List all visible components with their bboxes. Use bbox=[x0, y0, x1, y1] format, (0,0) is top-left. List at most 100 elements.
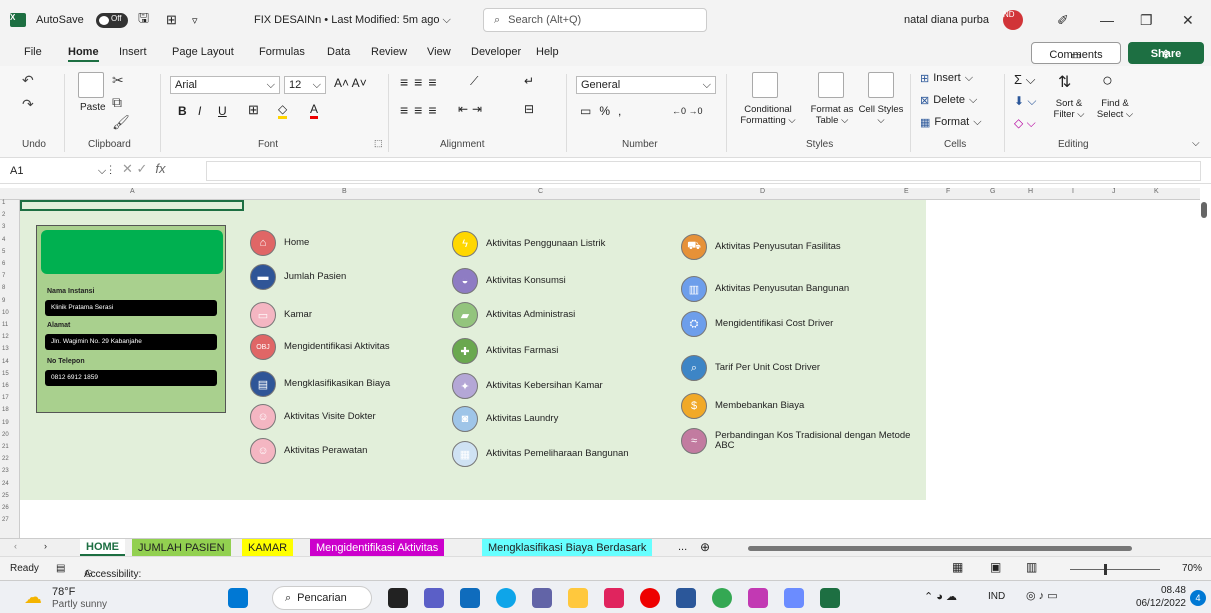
horizontal-align-icons[interactable]: ≡≡≡ bbox=[400, 102, 443, 118]
orientation-icon[interactable]: ⟋ bbox=[470, 74, 478, 89]
comments-button[interactable]: ▭ Comments bbox=[1031, 42, 1121, 64]
paste-icon[interactable] bbox=[78, 72, 104, 98]
language-indicator[interactable]: IND bbox=[988, 591, 1005, 602]
restore-button[interactable]: ❐ bbox=[1140, 0, 1153, 40]
normal-view-icon[interactable]: ▦ bbox=[952, 560, 963, 574]
pocket-icon[interactable] bbox=[604, 588, 624, 608]
page-layout-view-icon[interactable]: ▣ bbox=[990, 560, 1001, 574]
sheet-tab-home[interactable]: HOME bbox=[80, 539, 125, 556]
save-icon[interactable]: 🖫 bbox=[138, 0, 149, 40]
redo-icon[interactable]: ↷ bbox=[22, 96, 34, 113]
customize-qat-icon[interactable]: ▿ bbox=[192, 0, 198, 40]
row-header[interactable]: 16 bbox=[2, 383, 9, 389]
col-header[interactable]: J bbox=[1112, 188, 1116, 195]
name-box[interactable]: A1 ⌵ ⋮ bbox=[6, 162, 116, 180]
insert-cells-button[interactable]: ⊞ Insert ⌵ bbox=[920, 72, 973, 85]
weather-temp[interactable]: 78°F bbox=[52, 586, 75, 598]
paste-label[interactable]: Paste bbox=[80, 102, 106, 113]
merge-center-icon[interactable]: ⊟ bbox=[524, 102, 534, 116]
menu-item-lightning[interactable]: ϟ Aktivitas Penggunaan Listrik bbox=[452, 231, 605, 257]
col-header[interactable]: I bbox=[1072, 188, 1074, 195]
autosave-toggle[interactable]: Off bbox=[96, 0, 128, 40]
row-header[interactable]: 5 bbox=[2, 249, 5, 255]
underline-icon[interactable]: U bbox=[218, 104, 227, 118]
cell-styles-label[interactable]: Cell Styles ⌵ bbox=[858, 104, 904, 126]
format-as-table-icon[interactable] bbox=[818, 72, 844, 98]
menu-item-obj[interactable]: OBJ Mengidentifikasi Aktivitas bbox=[250, 334, 390, 360]
row-header[interactable]: 7 bbox=[2, 273, 5, 279]
number-format-select[interactable]: General ⌵ bbox=[576, 76, 716, 94]
col-header[interactable]: H bbox=[1028, 188, 1033, 195]
fill-color-icon[interactable]: ◇ bbox=[278, 102, 288, 119]
tab-view[interactable]: View bbox=[427, 46, 451, 58]
undo-icon[interactable]: ↶ bbox=[22, 72, 34, 89]
excel-taskbar-icon[interactable] bbox=[820, 588, 840, 608]
collapse-ribbon-icon[interactable]: ⌵ bbox=[1192, 138, 1200, 149]
zoom-slider[interactable] bbox=[1070, 569, 1160, 570]
task-view-icon[interactable] bbox=[388, 588, 408, 608]
row-header[interactable]: 23 bbox=[2, 468, 9, 474]
find-select-label[interactable]: Find & Select ⌵ bbox=[1092, 98, 1138, 120]
menu-item-dollar[interactable]: $ Membebankan Biaya bbox=[681, 393, 804, 419]
indent-icons[interactable]: ⇤⇥ bbox=[458, 102, 486, 116]
tab-developer[interactable]: Developer bbox=[471, 46, 521, 58]
borders-icon[interactable]: ⊞ bbox=[248, 102, 259, 118]
opera-icon[interactable] bbox=[640, 588, 660, 608]
tray-icons[interactable]: ⌃ ◕ ☁ bbox=[924, 590, 957, 603]
zoom-slider-thumb[interactable] bbox=[1104, 564, 1107, 575]
tab-file[interactable]: File bbox=[24, 46, 42, 58]
conditional-formatting-label[interactable]: Conditional Formatting ⌵ bbox=[732, 104, 804, 126]
font-name-select[interactable]: Arial ⌵ bbox=[170, 76, 280, 94]
row-header[interactable]: 24 bbox=[2, 481, 9, 487]
sort-filter-icon[interactable]: ⇅ bbox=[1058, 72, 1071, 92]
fill-icon[interactable]: ⬇ ⌵ bbox=[1014, 94, 1037, 109]
avatar[interactable]: ND bbox=[1003, 10, 1023, 30]
app-icon[interactable] bbox=[532, 588, 552, 608]
col-header[interactable]: C bbox=[538, 188, 543, 195]
pen-icon[interactable]: ✐ bbox=[1057, 0, 1069, 40]
menu-item-cost-driver[interactable]: ⛭ Mengidentifikasi Cost Driver bbox=[681, 311, 833, 337]
decimal-icons[interactable]: ←0 →0 bbox=[672, 106, 703, 116]
row-header[interactable]: 15 bbox=[2, 371, 9, 377]
user-name[interactable]: natal diana purba bbox=[904, 0, 989, 40]
edge-icon[interactable] bbox=[496, 588, 516, 608]
menu-item-facility[interactable]: ⛟ Aktivitas Penyusutan Fasilitas bbox=[681, 234, 841, 260]
tab-review[interactable]: Review bbox=[371, 46, 407, 58]
close-button[interactable]: ✕ bbox=[1182, 0, 1194, 40]
menu-item-admin[interactable]: ▰ Aktivitas Administrasi bbox=[452, 302, 575, 328]
col-header[interactable]: E bbox=[904, 188, 909, 195]
sheet-tab-mengklasifikasi[interactable]: Mengklasifikasi Biaya Berdasark bbox=[482, 539, 653, 556]
row-header[interactable]: 20 bbox=[2, 432, 9, 438]
menu-item-pharmacy[interactable]: ✚ Aktivitas Farmasi bbox=[452, 338, 558, 364]
vertical-align-icons[interactable]: ≡≡≡ bbox=[400, 74, 443, 90]
row-header[interactable]: 3 bbox=[2, 224, 5, 230]
formula-input[interactable] bbox=[206, 161, 1201, 181]
row-header[interactable]: 14 bbox=[2, 359, 9, 365]
conditional-formatting-icon[interactable] bbox=[752, 72, 778, 98]
layout-icon[interactable]: ⊞ bbox=[166, 0, 177, 40]
prev-sheet-icon[interactable]: ‹ bbox=[14, 541, 17, 551]
increase-font-icon[interactable]: A˄ A˅ bbox=[334, 76, 367, 90]
start-icon[interactable] bbox=[228, 588, 248, 608]
row-header[interactable]: 10 bbox=[2, 310, 9, 316]
tab-data[interactable]: Data bbox=[327, 46, 350, 58]
col-header[interactable]: D bbox=[760, 188, 765, 195]
row-header[interactable]: 25 bbox=[2, 493, 9, 499]
clock-date[interactable]: 06/12/2022 bbox=[1120, 598, 1186, 609]
row-header[interactable]: 17 bbox=[2, 395, 9, 401]
add-sheet-icon[interactable]: ⊕ bbox=[700, 540, 710, 554]
minimize-button[interactable]: — bbox=[1100, 0, 1114, 40]
chrome-icon[interactable] bbox=[712, 588, 732, 608]
wrap-text-icon[interactable]: ↵ bbox=[524, 74, 534, 88]
weather-desc[interactable]: Partly sunny bbox=[52, 599, 107, 610]
menu-item-home[interactable]: ⌂ Home bbox=[250, 230, 309, 256]
col-header[interactable]: K bbox=[1154, 188, 1159, 195]
share-button[interactable]: ⇪ Share ⌵ bbox=[1128, 42, 1204, 64]
find-icon[interactable]: ○ bbox=[1102, 70, 1113, 91]
sheet-tab-jumlah-pasien[interactable]: JUMLAH PASIEN bbox=[132, 539, 231, 556]
menu-item-approx[interactable]: ≈ Perbandingan Kos Tradisional dengan Met… bbox=[681, 428, 917, 454]
horizontal-scrollbar[interactable] bbox=[748, 546, 1132, 551]
row-header[interactable]: 22 bbox=[2, 456, 9, 462]
row-header[interactable]: 12 bbox=[2, 334, 9, 340]
menu-item-office[interactable]: ▥ Aktivitas Penyusutan Bangunan bbox=[681, 276, 849, 302]
